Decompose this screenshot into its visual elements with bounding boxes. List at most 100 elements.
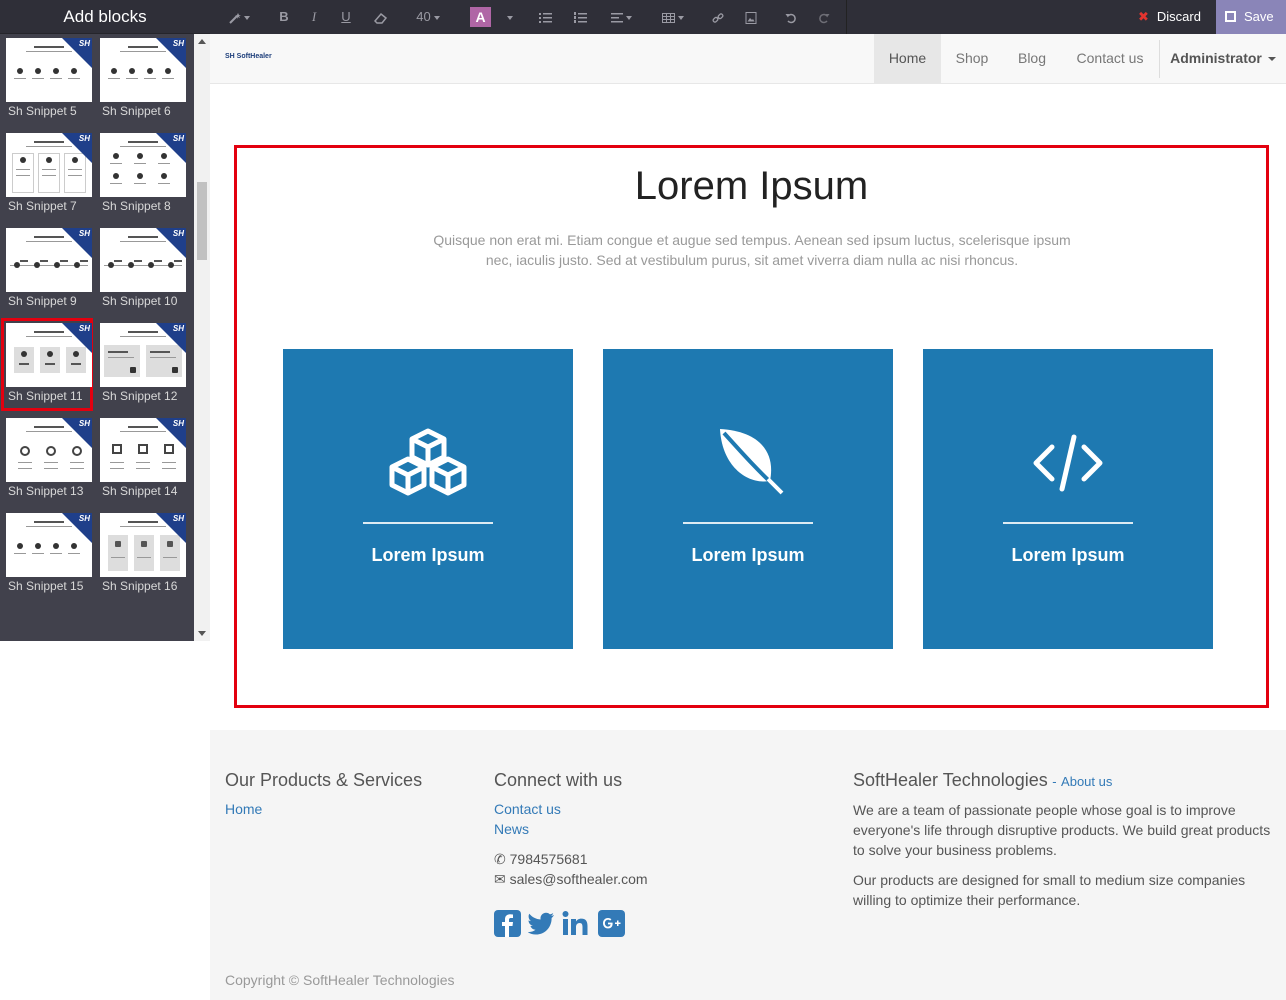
eraser-button[interactable] [372,0,390,34]
snippet-preview: SH [100,418,186,482]
numbered-list-button[interactable] [572,0,588,34]
badge-text: SH [78,229,90,238]
snippet-thumbnail[interactable]: SH Sh Snippet 9 [2,224,92,315]
font-size-value: 40 [416,9,431,24]
chevron-down-icon [1267,57,1276,62]
close-icon: ✖ [1138,9,1149,24]
scrollbar-thumb[interactable] [197,182,207,260]
image-button[interactable] [743,0,759,34]
table-icon [662,12,675,23]
snippet-thumbnail[interactable]: SH Sh Snippet 12 [96,319,186,410]
snippet-preview: SH [100,323,186,387]
snippet-label: Sh Snippet 12 [102,389,178,403]
save-label: Save [1244,9,1274,24]
redo-icon [819,13,830,23]
bold-button[interactable]: B [276,0,292,34]
align-dropdown[interactable] [607,0,635,34]
code-icon [1033,434,1103,492]
bullet-list-icon [538,13,552,24]
snippet-preview: SH [6,133,92,197]
phone-icon: ✆ [494,851,506,867]
snippet-preview: SH [100,133,186,197]
badge-text: SH [78,324,90,333]
footer-link-news[interactable]: News [494,821,529,837]
leaf-icon [720,429,784,495]
snippet-list: SH Sh Snippet 5 SH Sh Snippet 6 SH Sh Snippet… [0,34,194,641]
magic-wand-dropdown[interactable] [224,0,254,34]
font-size-dropdown[interactable]: 40 [414,0,442,34]
snippet-label: Sh Snippet 14 [102,484,178,498]
save-button[interactable]: Save [1216,0,1286,34]
badge-text: SH [78,134,90,143]
products-heading: Our Products & Services [225,770,423,790]
bullet-list-button[interactable] [537,0,553,34]
google-plus-icon[interactable] [598,910,625,937]
badge-text: SH [172,324,184,333]
about-us-link[interactable]: About us [1061,774,1112,789]
badge-text: SH [172,229,184,238]
snippet-label: Sh Snippet 15 [8,579,84,593]
table-dropdown[interactable] [659,0,687,34]
facebook-icon[interactable] [494,910,521,937]
eraser-icon [373,12,388,24]
badge-text: SH [78,419,90,428]
footer-link-home[interactable]: Home [225,801,262,817]
snippet-preview: SH [100,38,186,102]
scrollbar[interactable] [194,34,210,641]
underline-button[interactable]: U [338,0,354,34]
nav-contact-us[interactable]: Contact us [1061,34,1159,83]
snippet-title[interactable]: Lorem Ipsum [237,164,1266,209]
card-title[interactable]: Lorem Ipsum [283,545,573,566]
discard-button[interactable]: ✖ Discard [1127,0,1217,34]
text-color-button[interactable]: A [470,7,491,27]
snippet-label: Sh Snippet 8 [102,199,171,213]
site-logo[interactable]: SH SoftHealer [225,53,272,60]
scroll-up-icon[interactable] [198,39,206,44]
phone-number: 7984575681 [509,851,588,867]
email-line: ✉ sales@softhealer.com [494,869,648,889]
snippet-thumbnail[interactable]: SH Sh Snippet 10 [96,224,186,315]
toolbar-separator [846,0,847,34]
italic-button[interactable]: I [307,0,321,34]
link-button[interactable] [710,0,726,34]
snippet-thumbnail[interactable]: SH Sh Snippet 16 [96,509,186,600]
linkedin-icon[interactable] [562,910,589,937]
feature-card[interactable]: Lorem Ipsum [283,349,573,649]
card-title[interactable]: Lorem Ipsum [603,545,893,566]
snippet-thumbnail[interactable]: SH Sh Snippet 14 [96,414,186,505]
snippet-preview: SH [6,418,92,482]
discard-label: Discard [1156,9,1201,24]
nav-shop[interactable]: Shop [941,34,1003,83]
user-menu[interactable]: Administrator [1160,34,1286,83]
snippet-label: Sh Snippet 10 [102,294,178,308]
undo-button[interactable] [783,0,799,34]
snippet-thumbnail[interactable]: SH Sh Snippet 15 [2,509,92,600]
snippet-description[interactable]: Quisque non erat mi. Etiam congue et aug… [422,230,1082,270]
feature-card[interactable]: Lorem Ipsum [923,349,1213,649]
snippet-preview: SH [6,38,92,102]
company-heading-row: SoftHealer Technologies - About us [853,770,1112,791]
snippet-label: Sh Snippet 7 [8,199,77,213]
card-divider [1003,522,1133,524]
snippet-label: Sh Snippet 13 [8,484,84,498]
nav-home[interactable]: Home [874,34,941,83]
snippet-thumbnail[interactable]: SH Sh Snippet 7 [2,129,92,220]
snippet-preview: SH [6,513,92,577]
selected-snippet[interactable]: Lorem Ipsum Quisque non erat mi. Etiam c… [234,145,1269,708]
snippet-thumbnail[interactable]: SH Sh Snippet 13 [2,414,92,505]
snippet-preview: SH [6,228,92,292]
snippet-thumbnail[interactable]: SH Sh Snippet 5 [2,34,92,125]
feature-card[interactable]: Lorem Ipsum [603,349,893,649]
nav-blog[interactable]: Blog [1003,34,1061,83]
snippet-thumbnail[interactable]: SH Sh Snippet 11 [1,318,93,411]
color-dropdown[interactable] [504,0,516,34]
twitter-icon[interactable] [528,910,555,937]
snippet-thumbnail[interactable]: SH Sh Snippet 8 [96,129,186,220]
snippet-thumbnail[interactable]: SH Sh Snippet 6 [96,34,186,125]
scroll-down-icon[interactable] [198,631,206,636]
footer-link-contact[interactable]: Contact us [494,801,561,817]
redo-button[interactable] [816,0,832,34]
company-heading: SoftHealer Technologies [853,770,1048,790]
email-address: sales@softhealer.com [509,871,648,887]
card-title[interactable]: Lorem Ipsum [923,545,1213,566]
